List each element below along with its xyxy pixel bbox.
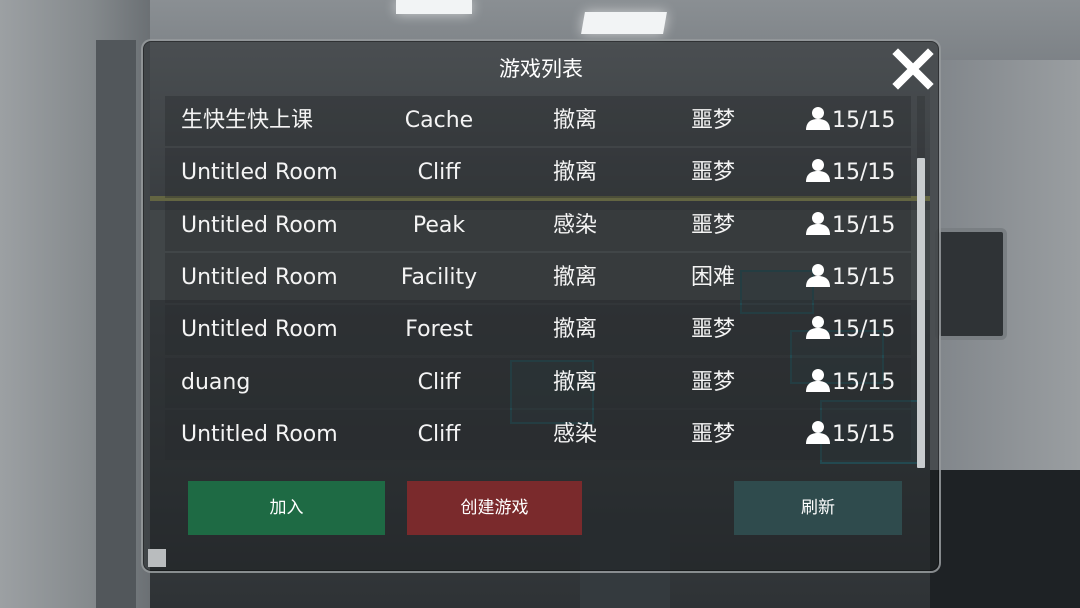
room-row[interactable]: Untitled Room Cliff 感染 噩梦 15/15 — [165, 410, 911, 460]
lab-desk — [930, 470, 1080, 608]
room-players: 15/15 — [805, 410, 905, 460]
room-mode: 撤离 — [552, 317, 597, 342]
dialog-title: 游戏列表 — [499, 57, 583, 81]
room-row[interactable]: Untitled Room Forest 撤离 噩梦 15/15 — [165, 305, 911, 355]
corner-handle — [148, 549, 166, 567]
room-players: 15/15 — [805, 201, 905, 251]
room-difficulty: 噩梦 — [690, 370, 735, 395]
room-players: 15/15 — [805, 358, 905, 408]
game-list-dialog: 游戏列表 生快生快上课 Cache 撤离 噩梦 15/15 Untitled Room Cl… — [141, 39, 941, 573]
room-map: Cliff — [417, 160, 461, 185]
room-difficulty: 噩梦 — [690, 160, 735, 185]
room-list[interactable]: 生快生快上课 Cache 撤离 噩梦 15/15 Untitled Room Cliff 撤离… — [165, 96, 913, 468]
room-difficulty: 噩梦 — [690, 422, 735, 447]
room-row[interactable]: Untitled Room Facility 撤离 困难 15/15 — [165, 253, 911, 303]
room-name: duang — [181, 370, 251, 395]
room-row[interactable]: Untitled Room Peak 感染 噩梦 15/15 — [165, 201, 911, 251]
room-map: Cliff — [417, 422, 461, 447]
room-players: 15/15 — [805, 96, 905, 146]
room-name: Untitled Room — [181, 422, 338, 447]
user-icon — [806, 159, 830, 182]
room-difficulty: 噩梦 — [690, 108, 735, 133]
ceiling-light — [396, 0, 472, 14]
user-icon — [806, 369, 830, 392]
user-icon — [806, 264, 830, 287]
join-button[interactable]: 加入 — [188, 481, 385, 535]
room-name: Untitled Room — [181, 160, 338, 185]
room-mode: 感染 — [552, 213, 597, 238]
wall-monitor — [935, 228, 1007, 340]
room-row[interactable]: duang Cliff 撤离 噩梦 15/15 — [165, 358, 911, 408]
close-button[interactable] — [889, 45, 937, 93]
room-name: Untitled Room — [181, 265, 338, 290]
room-players: 15/15 — [805, 148, 905, 198]
user-icon — [806, 107, 830, 130]
room-players: 15/15 — [805, 253, 905, 303]
room-row[interactable]: 生快生快上课 Cache 撤离 噩梦 15/15 — [165, 96, 911, 146]
room-map: Facility — [400, 265, 478, 290]
room-map: Forest — [405, 317, 473, 342]
user-icon — [806, 421, 830, 444]
room-mode: 撤离 — [552, 370, 597, 395]
room-difficulty: 噩梦 — [690, 213, 735, 238]
scrollbar[interactable] — [917, 96, 925, 468]
room-name: 生快生快上课 — [181, 108, 314, 133]
room-mode: 撤离 — [552, 265, 597, 290]
room-name: Untitled Room — [181, 317, 338, 342]
refresh-button[interactable]: 刷新 — [734, 481, 902, 535]
room-mode: 撤离 — [552, 160, 597, 185]
room-difficulty: 困难 — [690, 265, 735, 290]
room-difficulty: 噩梦 — [690, 317, 735, 342]
room-map: Peak — [412, 213, 466, 238]
room-mode: 撤离 — [552, 108, 597, 133]
left-pillar — [96, 40, 136, 608]
player-count: 15/15 — [832, 370, 896, 395]
ceiling-light — [581, 12, 667, 34]
user-icon — [806, 316, 830, 339]
room-map: Cache — [404, 108, 474, 133]
player-count: 15/15 — [832, 317, 896, 342]
room-players: 15/15 — [805, 305, 905, 355]
player-count: 15/15 — [832, 213, 896, 238]
user-icon — [806, 212, 830, 235]
create-game-button[interactable]: 创建游戏 — [407, 481, 582, 535]
room-name: Untitled Room — [181, 213, 338, 238]
player-count: 15/15 — [832, 108, 896, 133]
room-mode: 感染 — [552, 422, 597, 447]
player-count: 15/15 — [832, 265, 896, 290]
player-count: 15/15 — [832, 422, 896, 447]
room-row[interactable]: Untitled Room Cliff 撤离 噩梦 15/15 — [165, 148, 911, 198]
room-map: Cliff — [417, 370, 461, 395]
player-count: 15/15 — [832, 160, 896, 185]
scrollbar-thumb[interactable] — [917, 158, 925, 468]
close-x-icon — [892, 48, 934, 90]
